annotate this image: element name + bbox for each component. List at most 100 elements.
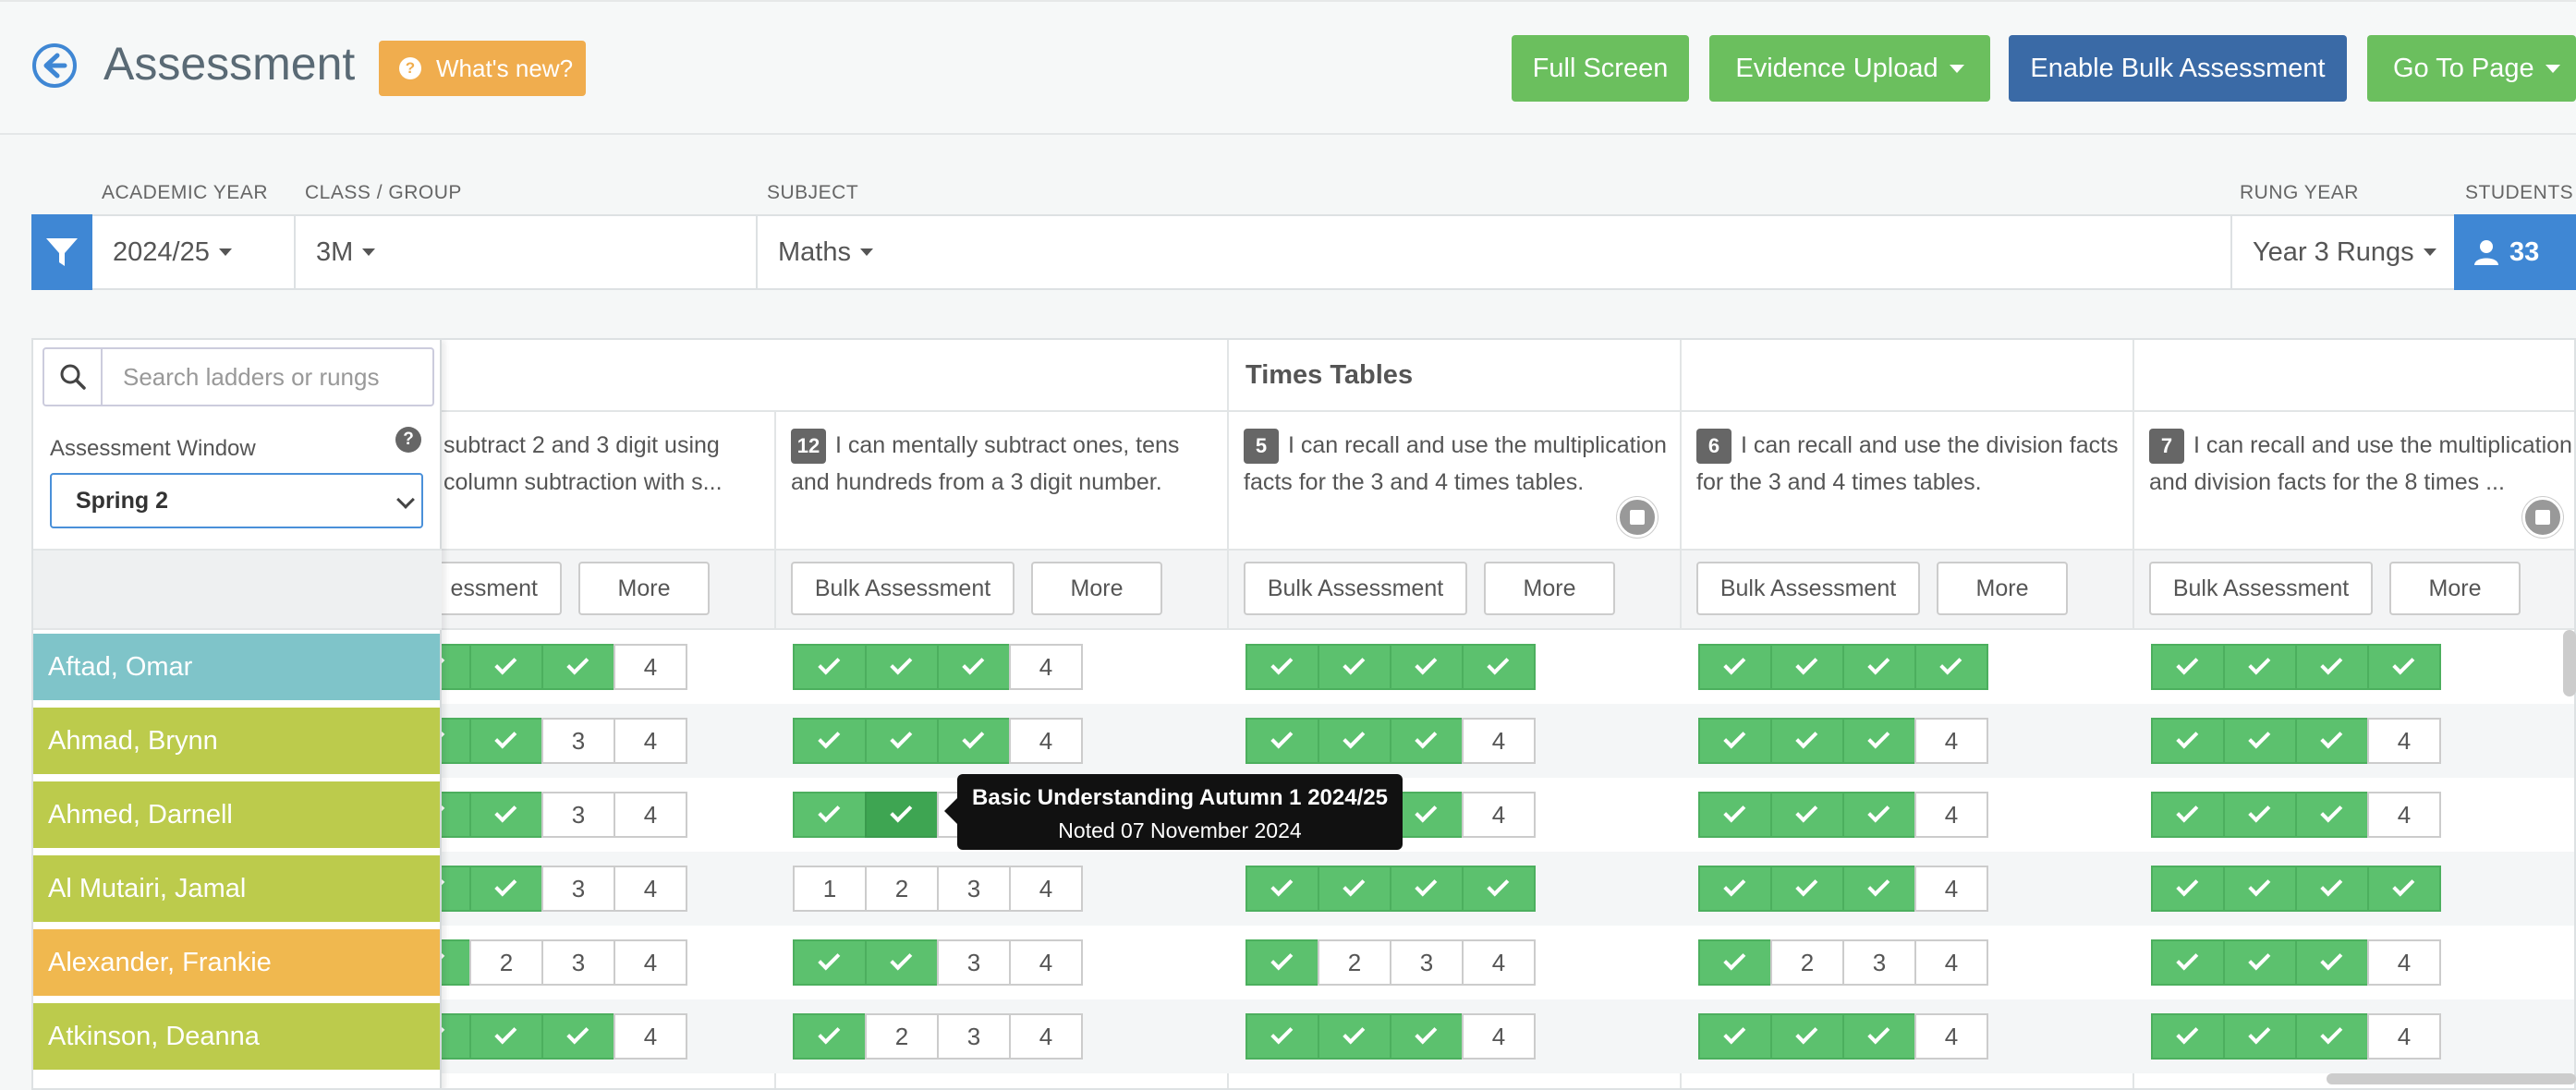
achieved-cell[interactable] (1698, 866, 1772, 912)
evidence-upload-button[interactable]: Evidence Upload (1709, 35, 1990, 102)
achieved-cell[interactable] (793, 1013, 867, 1060)
achieved-cell[interactable] (2295, 792, 2369, 838)
level-cell[interactable]: 4 (1462, 792, 1536, 838)
go-to-page-button[interactable]: Go To Page (2367, 35, 2576, 102)
achieved-cell[interactable] (1842, 718, 1916, 764)
achieved-cell[interactable] (1390, 866, 1464, 912)
achieved-cell[interactable] (937, 644, 1011, 690)
achieved-cell[interactable] (937, 718, 1011, 764)
level-cell[interactable]: 2 (469, 939, 543, 986)
level-cell[interactable]: 1 (793, 866, 867, 912)
level-cell[interactable]: 4 (2367, 718, 2441, 764)
bulk-assessment-button[interactable]: Bulk Assessment (1244, 562, 1467, 615)
achieved-cell[interactable] (1462, 866, 1536, 912)
achieved-cell[interactable] (1698, 718, 1772, 764)
achieved-cell[interactable] (1698, 644, 1772, 690)
student-name[interactable]: Ahmad, Brynn (33, 708, 440, 774)
level-cell[interactable]: 4 (614, 939, 687, 986)
bulk-assessment-button[interactable]: Bulk Assessment (1696, 562, 1920, 615)
level-cell[interactable]: 3 (541, 939, 615, 986)
achieved-cell[interactable] (1842, 644, 1916, 690)
achieved-cell[interactable] (1318, 718, 1391, 764)
level-cell[interactable]: 3 (937, 866, 1011, 912)
vertical-scrollbar[interactable] (2563, 630, 2576, 696)
achieved-cell[interactable] (1770, 866, 1844, 912)
achieved-cell[interactable] (1770, 1013, 1844, 1060)
filter-icon[interactable] (31, 214, 92, 290)
more-button[interactable]: More (578, 562, 710, 615)
achieved-cell[interactable] (793, 718, 867, 764)
achieved-cell[interactable] (1770, 718, 1844, 764)
class-group-select[interactable]: 3M (296, 214, 758, 290)
achieved-cell[interactable] (1698, 792, 1772, 838)
level-cell[interactable]: 4 (1462, 718, 1536, 764)
level-cell[interactable]: 4 (1914, 939, 1988, 986)
level-cell[interactable]: 4 (1009, 866, 1083, 912)
bulk-assessment-button[interactable]: Bulk Assessment (2149, 562, 2373, 615)
achieved-cell[interactable] (2367, 644, 2441, 690)
level-cell[interactable]: 3 (541, 718, 615, 764)
achieved-cell[interactable] (2151, 866, 2225, 912)
achieved-cell[interactable] (2367, 866, 2441, 912)
student-name[interactable]: Al Mutairi, Jamal (33, 855, 440, 922)
achieved-cell[interactable] (469, 1013, 543, 1060)
note-icon[interactable] (1617, 497, 1658, 538)
achieved-cell[interactable] (2295, 866, 2369, 912)
note-icon[interactable] (2522, 497, 2563, 538)
student-name[interactable]: Atkinson, Deanna (33, 1003, 440, 1070)
achieved-cell[interactable] (2151, 718, 2225, 764)
achieved-cell[interactable] (1245, 866, 1319, 912)
achieved-cell[interactable] (541, 644, 615, 690)
achieved-cell[interactable] (1390, 1013, 1464, 1060)
enable-bulk-assessment-button[interactable]: Enable Bulk Assessment (2009, 35, 2347, 102)
achieved-cell[interactable] (865, 939, 939, 986)
level-cell[interactable]: 4 (614, 1013, 687, 1060)
achieved-cell[interactable] (2223, 1013, 2297, 1060)
level-cell[interactable]: 4 (1914, 1013, 1988, 1060)
whats-new-button[interactable]: ? What's new? (379, 41, 586, 96)
achieved-cell[interactable] (2295, 939, 2369, 986)
level-cell[interactable]: 3 (1842, 939, 1916, 986)
achieved-cell[interactable] (1842, 792, 1916, 838)
achieved-cell[interactable] (1698, 1013, 1772, 1060)
achieved-cell[interactable] (2151, 792, 2225, 838)
achieved-cell[interactable] (865, 718, 939, 764)
level-cell[interactable]: 4 (1914, 792, 1988, 838)
level-cell[interactable]: 4 (2367, 792, 2441, 838)
search-input[interactable] (103, 349, 432, 405)
more-button[interactable]: More (2389, 562, 2521, 615)
achieved-cell[interactable] (2223, 866, 2297, 912)
achieved-cell[interactable] (1698, 939, 1772, 986)
level-cell[interactable]: 3 (541, 792, 615, 838)
rung-year-select[interactable]: Year 3 Rungs (2232, 214, 2454, 290)
level-cell[interactable]: 4 (1009, 939, 1083, 986)
achieved-cell[interactable] (469, 792, 543, 838)
achieved-cell[interactable] (2295, 718, 2369, 764)
bulk-assessment-button[interactable]: Bulk Assessment (791, 562, 1015, 615)
level-cell[interactable]: 4 (2367, 1013, 2441, 1060)
students-count-button[interactable]: 33 (2454, 214, 2576, 290)
level-cell[interactable]: 4 (614, 644, 687, 690)
achieved-cell[interactable] (1390, 644, 1464, 690)
achieved-cell[interactable] (1245, 718, 1319, 764)
achieved-cell[interactable] (865, 792, 939, 838)
search-icon[interactable] (44, 349, 103, 405)
achieved-cell[interactable] (793, 644, 867, 690)
help-icon[interactable]: ? (395, 427, 421, 453)
achieved-cell[interactable] (1842, 866, 1916, 912)
level-cell[interactable]: 2 (865, 1013, 939, 1060)
achieved-cell[interactable] (2151, 644, 2225, 690)
achieved-cell[interactable] (1914, 644, 1988, 690)
achieved-cell[interactable] (2223, 792, 2297, 838)
achieved-cell[interactable] (1245, 939, 1319, 986)
achieved-cell[interactable] (2223, 718, 2297, 764)
achieved-cell[interactable] (541, 1013, 615, 1060)
achieved-cell[interactable] (1390, 718, 1464, 764)
back-arrow-icon[interactable] (31, 42, 78, 89)
level-cell[interactable]: 4 (1009, 1013, 1083, 1060)
achieved-cell[interactable] (1770, 644, 1844, 690)
achieved-cell[interactable] (2151, 1013, 2225, 1060)
assessment-window-select[interactable]: Spring 2 (50, 473, 423, 528)
level-cell[interactable]: 4 (614, 866, 687, 912)
achieved-cell[interactable] (469, 866, 543, 912)
